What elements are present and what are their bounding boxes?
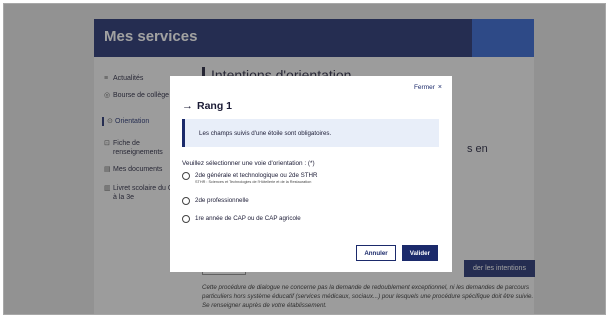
radio-sublabel: STHR : Sciences et Technologies de l'Hôt… [195,180,312,184]
orientation-modal: Fermer × → Rang 1 Les champs suivis d'un… [170,76,452,272]
validate-button[interactable]: Valider [401,245,438,261]
radio-button[interactable] [182,215,190,223]
screenshot-frame: Mes services ≡ Actualités ◎ Bourse de co… [3,3,606,315]
radio-button[interactable] [182,172,190,180]
info-text: Les champs suivis d'une étoile sont obli… [199,130,332,137]
radio-option-2pro[interactable]: 2de professionnelle [182,197,442,205]
radio-option-cap[interactable]: 1re année de CAP ou de CAP agricole [182,215,442,223]
close-icon: × [437,84,442,91]
radio-label-text: 2de professionnelle [195,197,249,204]
modal-title: → Rang 1 [182,100,232,112]
close-label: Fermer [413,84,435,91]
modal-actions: Annuler Valider [356,245,438,261]
cancel-button[interactable]: Annuler [356,245,396,261]
radio-option-2gt[interactable]: 2de générale et technologique ou 2de STH… [182,172,442,185]
radio-label-text: 2de générale et technologique ou 2de STH… [195,172,318,179]
radio-button[interactable] [182,197,190,205]
radio-label: 2de générale et technologique ou 2de STH… [195,172,317,185]
radio-label-text: 1re année de CAP ou de CAP agricole [195,215,301,222]
close-button[interactable]: Fermer × [414,84,442,91]
info-callout: Les champs suivis d'une étoile sont obli… [182,119,439,147]
arrow-right-icon: → [182,100,193,112]
orientation-question: Veuillez sélectionner une voie d'orienta… [182,160,315,167]
modal-title-text: Rang 1 [197,100,233,112]
